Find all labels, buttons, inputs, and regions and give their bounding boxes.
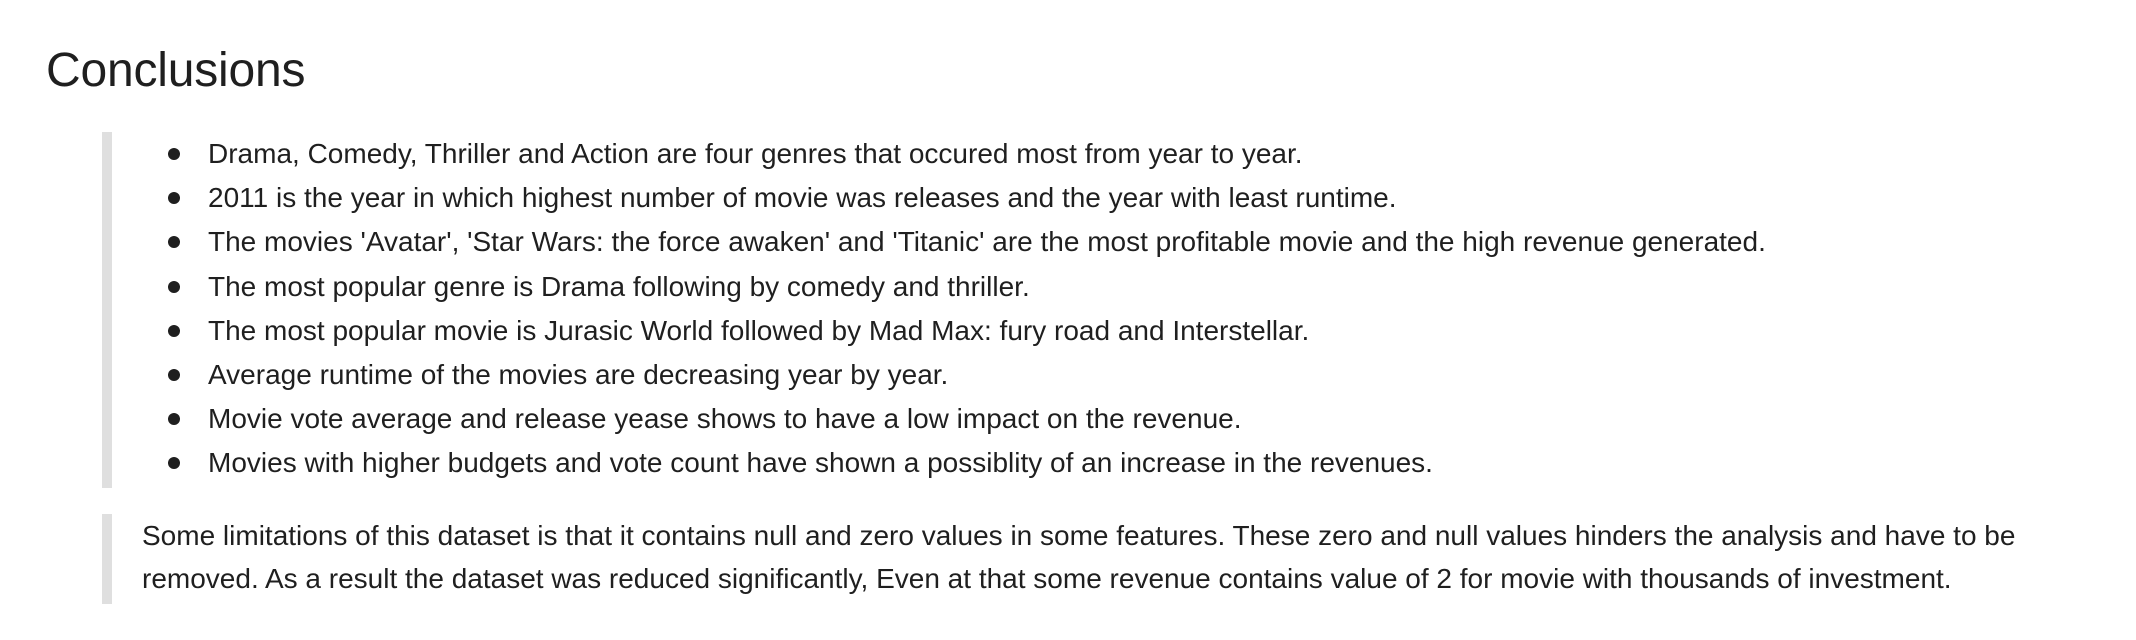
list-item-text: Movies with higher budgets and vote coun…	[208, 447, 1433, 479]
limitations-paragraph: Some limitations of this dataset is that…	[142, 520, 2016, 594]
bullet-icon	[168, 368, 180, 381]
bullet-icon	[168, 324, 180, 337]
list-item: The most popular movie is Jurasic World …	[168, 309, 1766, 353]
bullet-icon	[168, 280, 180, 293]
list-item-text: The movies 'Avatar', 'Star Wars: the for…	[208, 226, 1766, 258]
list-item-text: The most popular genre is Drama followin…	[208, 270, 1030, 302]
limitations-blockquote: Some limitations of this dataset is that…	[102, 514, 2102, 604]
page-title: Conclusions	[46, 44, 306, 97]
list-item: 2011 is the year in which highest number…	[168, 176, 1766, 220]
bullet-icon	[168, 148, 180, 160]
page: Conclusions Drama, Comedy, Thriller and …	[0, 0, 2136, 640]
conclusions-blockquote: Drama, Comedy, Thriller and Action are f…	[102, 132, 2082, 488]
list-item-text: Average runtime of the movies are decrea…	[208, 358, 949, 390]
bullet-icon	[168, 192, 180, 205]
bullet-icon	[168, 457, 180, 470]
bullet-icon	[168, 413, 180, 426]
list-item: Movie vote average and release yease sho…	[168, 397, 1766, 441]
list-item-text: Movie vote average and release yease sho…	[208, 403, 1242, 435]
conclusions-list: Drama, Comedy, Thriller and Action are f…	[168, 132, 1766, 486]
list-item-text: 2011 is the year in which highest number…	[208, 182, 1397, 214]
list-item: The most popular genre is Drama followin…	[168, 265, 1766, 309]
list-item: Drama, Comedy, Thriller and Action are f…	[168, 132, 1766, 176]
list-item-text: Drama, Comedy, Thriller and Action are f…	[208, 138, 1303, 169]
bullet-icon	[168, 236, 180, 249]
list-item-text: The most popular movie is Jurasic World …	[208, 314, 1310, 346]
list-item: Movies with higher budgets and vote coun…	[168, 441, 1766, 485]
list-item: The movies 'Avatar', 'Star Wars: the for…	[168, 220, 1766, 264]
list-item: Average runtime of the movies are decrea…	[168, 353, 1766, 397]
